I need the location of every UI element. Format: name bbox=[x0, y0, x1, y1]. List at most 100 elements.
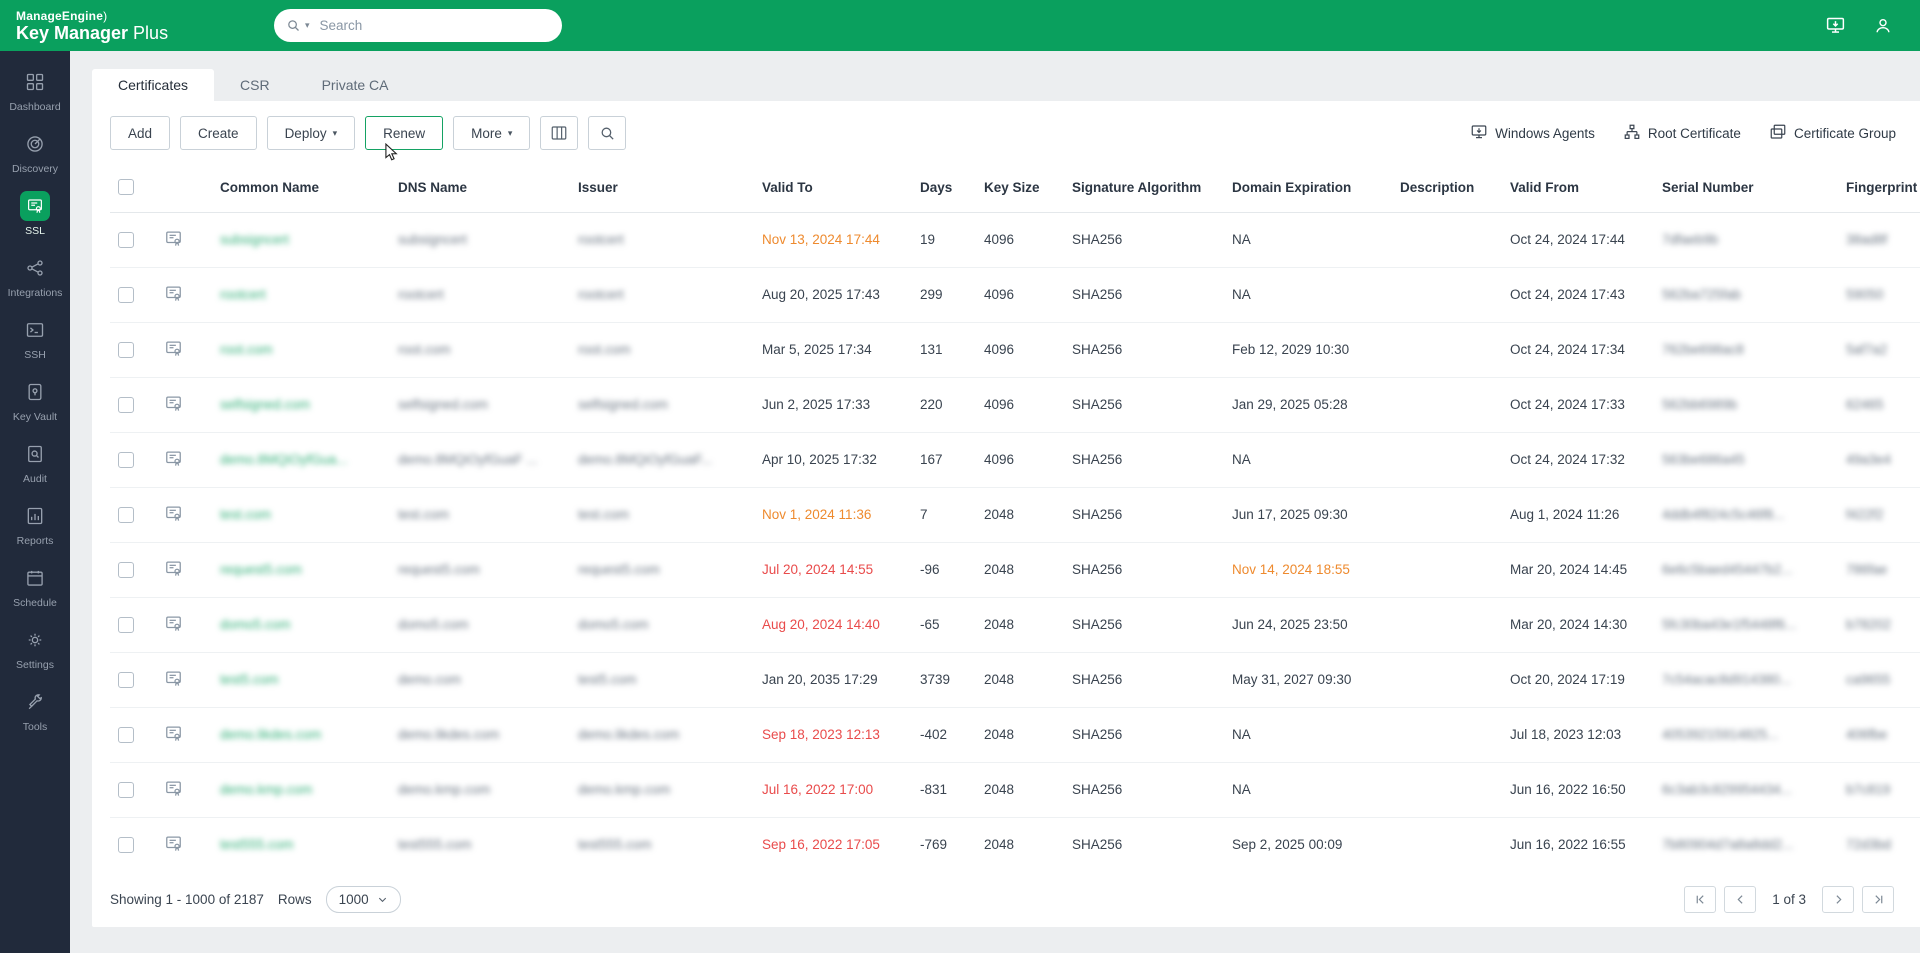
add-button[interactable]: Add bbox=[110, 116, 171, 150]
sidebar-item-settings[interactable]: Settings bbox=[0, 617, 70, 679]
row-checkbox[interactable] bbox=[118, 836, 134, 853]
certificate-icon[interactable] bbox=[164, 559, 183, 578]
sidebar-item-integrations[interactable]: Integrations bbox=[0, 245, 70, 307]
common-name-value[interactable]: selfsigned.com bbox=[220, 397, 310, 412]
sidebar-item-dashboard[interactable]: Dashboard bbox=[0, 59, 70, 121]
next-page-button[interactable] bbox=[1822, 885, 1854, 913]
search-scope-caret-icon[interactable]: ▾ bbox=[305, 20, 310, 31]
column-header-description[interactable]: Description bbox=[1392, 163, 1502, 213]
common-name-value[interactable]: rootcert bbox=[220, 287, 266, 302]
sidebar-item-ssl[interactable]: SSL bbox=[0, 183, 70, 245]
table-row[interactable]: demo.kmp.com demo.kmp.com demo.kmp.com J… bbox=[110, 762, 1920, 818]
more-button[interactable]: More ▾ bbox=[453, 116, 531, 150]
rows-per-page-select[interactable]: 1000 bbox=[325, 885, 401, 913]
common-name-value[interactable]: subsigncert bbox=[220, 232, 289, 247]
column-header-valid-from[interactable]: Valid From bbox=[1502, 163, 1654, 213]
certificate-icon[interactable] bbox=[164, 504, 183, 523]
certificate-icon[interactable] bbox=[164, 614, 183, 633]
previous-page-button[interactable] bbox=[1724, 885, 1757, 913]
user-profile-button[interactable] bbox=[1866, 9, 1900, 43]
last-page-button[interactable] bbox=[1862, 885, 1894, 913]
column-header-signature-algorithm[interactable]: Signature Algorithm bbox=[1064, 163, 1224, 213]
brand-manageengine: ManageEngine bbox=[16, 8, 104, 23]
select-all-checkbox[interactable] bbox=[118, 179, 134, 196]
sidebar-item-schedule[interactable]: Schedule bbox=[0, 555, 70, 617]
certificate-icon[interactable] bbox=[164, 284, 183, 303]
common-name-value[interactable]: domo5.com bbox=[220, 617, 291, 632]
row-checkbox[interactable] bbox=[118, 451, 134, 468]
certificate-icon[interactable] bbox=[164, 229, 183, 248]
table-row[interactable]: test.com test.com test.com Nov 1, 2024 1… bbox=[110, 487, 1920, 543]
column-header-common-name[interactable]: Common Name bbox=[212, 163, 390, 213]
table-row[interactable]: subsigncert subsigncert rootcert Nov 13,… bbox=[110, 212, 1920, 268]
certificate-icon[interactable] bbox=[164, 834, 183, 853]
table-search-button[interactable] bbox=[588, 116, 627, 150]
sidebar-item-label: Key Vault bbox=[12, 411, 58, 423]
table-row[interactable]: request5.com request5.com request5.com J… bbox=[110, 542, 1920, 598]
column-header-fingerprint[interactable]: Fingerprint bbox=[1838, 163, 1920, 213]
global-search[interactable]: ▾ bbox=[274, 9, 562, 42]
row-checkbox[interactable] bbox=[118, 671, 134, 688]
column-header-issuer[interactable]: Issuer bbox=[570, 163, 754, 213]
table-row[interactable]: root.com root.com root.com Mar 5, 2025 1… bbox=[110, 322, 1920, 378]
sidebar-item-key-vault[interactable]: Key Vault bbox=[0, 369, 70, 431]
row-checkbox[interactable] bbox=[118, 726, 134, 743]
fingerprint-value: 786fae bbox=[1846, 562, 1888, 577]
row-checkbox[interactable] bbox=[118, 396, 134, 413]
root-certificate-link[interactable]: Root Certificate bbox=[1623, 123, 1741, 144]
common-name-value[interactable]: request5.com bbox=[220, 562, 302, 577]
tab-certificates[interactable]: Certificates bbox=[92, 69, 215, 101]
key-size-value: 2048 bbox=[976, 487, 1064, 543]
deploy-button[interactable]: Deploy ▾ bbox=[266, 116, 356, 150]
certificate-icon[interactable] bbox=[164, 449, 183, 468]
column-header-key-size[interactable]: Key Size bbox=[976, 163, 1064, 213]
column-header-domain-expiration[interactable]: Domain Expiration bbox=[1224, 163, 1392, 213]
sidebar-item-audit[interactable]: Audit bbox=[0, 431, 70, 493]
row-checkbox[interactable] bbox=[118, 341, 134, 358]
column-header-serial-number[interactable]: Serial Number bbox=[1654, 163, 1838, 213]
certificate-icon[interactable] bbox=[164, 779, 183, 798]
row-checkbox[interactable] bbox=[118, 616, 134, 633]
sidebar-item-tools[interactable]: Tools bbox=[0, 679, 70, 741]
table-row[interactable]: demo.likdes.com demo.likdes.com demo.lik… bbox=[110, 707, 1920, 763]
common-name-value[interactable]: test5.com bbox=[220, 672, 279, 687]
certificate-icon[interactable] bbox=[164, 724, 183, 743]
row-checkbox[interactable] bbox=[118, 286, 134, 303]
common-name-value[interactable]: demo.kmp.com bbox=[220, 782, 312, 797]
row-checkbox[interactable] bbox=[118, 561, 134, 578]
search-input[interactable] bbox=[319, 18, 550, 33]
row-checkbox[interactable] bbox=[118, 781, 134, 798]
certificate-group-link[interactable]: Certificate Group bbox=[1769, 123, 1896, 144]
windows-agents-link[interactable]: Windows Agents bbox=[1470, 123, 1595, 144]
certificate-icon[interactable] bbox=[164, 669, 183, 688]
certificate-icon[interactable] bbox=[164, 394, 183, 413]
table-row[interactable]: selfsigned.com selfsigned.com selfsigned… bbox=[110, 377, 1920, 433]
common-name-value[interactable]: demo.8MQiOyfGua... bbox=[220, 452, 348, 467]
table-row[interactable]: test5.com demo.com test5.com Jan 20, 203… bbox=[110, 652, 1920, 708]
table-row[interactable]: rootcert rootcert rootcert Aug 20, 2025 … bbox=[110, 267, 1920, 323]
tab-csr[interactable]: CSR bbox=[214, 69, 296, 101]
table-row[interactable]: test555.com test555.com test555.com Sep … bbox=[110, 817, 1920, 871]
description-value bbox=[1392, 762, 1502, 818]
sidebar-item-ssh[interactable]: SSH bbox=[0, 307, 70, 369]
common-name-value[interactable]: test555.com bbox=[220, 837, 294, 852]
first-page-button[interactable] bbox=[1684, 885, 1717, 913]
sidebar-item-reports[interactable]: Reports bbox=[0, 493, 70, 555]
common-name-value[interactable]: root.com bbox=[220, 342, 273, 357]
column-header-days[interactable]: Days bbox=[912, 163, 976, 213]
agent-download-button[interactable] bbox=[1818, 9, 1852, 43]
table-row[interactable]: demo.8MQiOyfGua... demo.8MQiOyfGuaF ... … bbox=[110, 432, 1920, 488]
common-name-value[interactable]: demo.likdes.com bbox=[220, 727, 321, 742]
column-header-dns-name[interactable]: DNS Name bbox=[390, 163, 570, 213]
renew-button[interactable]: Renew bbox=[365, 116, 444, 161]
column-chooser-button[interactable] bbox=[540, 116, 579, 150]
create-button[interactable]: Create bbox=[180, 116, 257, 150]
tab-private-ca[interactable]: Private CA bbox=[296, 69, 415, 101]
table-row[interactable]: domo5.com domo5.com domo5.com Aug 20, 20… bbox=[110, 597, 1920, 653]
column-header-valid-to[interactable]: Valid To bbox=[754, 163, 912, 213]
sidebar-item-discovery[interactable]: Discovery bbox=[0, 121, 70, 183]
row-checkbox[interactable] bbox=[118, 506, 134, 523]
row-checkbox[interactable] bbox=[118, 231, 134, 248]
certificate-icon[interactable] bbox=[164, 339, 183, 358]
common-name-value[interactable]: test.com bbox=[220, 507, 271, 522]
